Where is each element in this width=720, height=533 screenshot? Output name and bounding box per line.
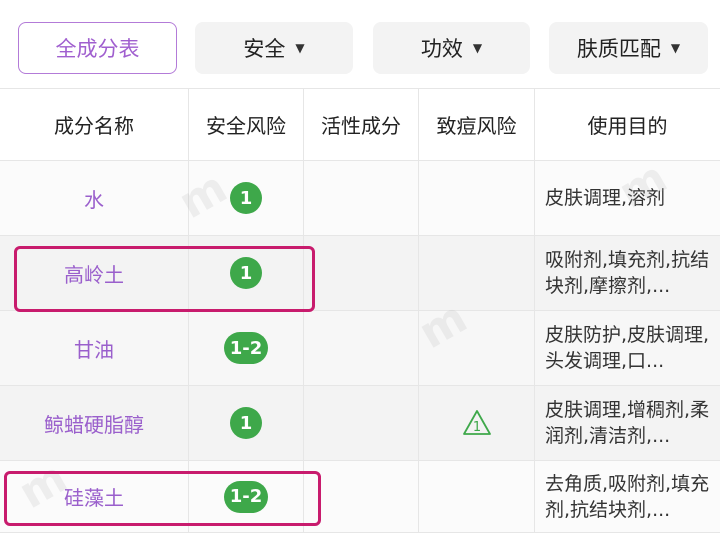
safety-cell: 1	[189, 161, 304, 235]
ingredient-name-link[interactable]: 硅藻土	[64, 482, 124, 511]
all-ingredients-button[interactable]: 全成分表	[18, 22, 177, 74]
safety-filter-label: 安全	[243, 37, 286, 61]
safety-score-badge: 1	[230, 407, 262, 439]
skin-match-filter-label: 肤质匹配	[576, 37, 661, 61]
ingredient-name-link[interactable]: 水	[84, 184, 104, 213]
table-row[interactable]: 鲸蜡硬脂醇 1 1 皮肤调理,增稠剂,柔润剂,清洁剂,...	[0, 386, 720, 461]
safety-score-badge: 1-2	[223, 332, 269, 364]
purpose-cell: 吸附剂,填充剂,抗结块剂,摩擦剂,...	[535, 236, 720, 310]
table-row[interactable]: 甘油 1-2 皮肤防护,皮肤调理,头发调理,口...	[0, 311, 720, 386]
header-cell: 使用目的	[535, 89, 720, 160]
safety-score-badge: 1-2	[223, 480, 269, 513]
caret-down-icon: ▼	[295, 41, 305, 55]
acne-cell	[419, 311, 535, 385]
active-cell	[304, 161, 419, 235]
ingredient-name-link[interactable]: 甘油	[74, 334, 114, 363]
safety-filter-dropdown[interactable]: 安全 ▼	[195, 22, 353, 74]
ingredient-app: 全成分表 安全 ▼ 功效 ▼ 肤质匹配 ▼ 成分名称 安全风险 活性成分 致痘风…	[0, 0, 720, 533]
header-cell: 安全风险	[189, 89, 304, 160]
name-cell: 硅藻土	[0, 461, 189, 532]
active-cell	[304, 461, 419, 532]
table-row[interactable]: 高岭土 1 吸附剂,填充剂,抗结块剂,摩擦剂,...	[0, 236, 720, 311]
purpose-cell: 皮肤调理,增稠剂,柔润剂,清洁剂,...	[535, 386, 720, 460]
name-cell: 高岭土	[0, 236, 189, 310]
caret-down-icon: ▼	[472, 41, 483, 55]
acne-cell	[419, 461, 535, 532]
purpose-cell: 去角质,吸附剂,填充剂,抗结块剂,...	[535, 461, 720, 532]
header-purpose: 使用目的	[587, 114, 668, 138]
acne-warning-icon: 1	[462, 410, 491, 435]
purpose-text: 皮肤防护,皮肤调理,头发调理,口...	[545, 324, 710, 372]
header-cell: 活性成分	[304, 89, 419, 160]
purpose-text: 去角质,吸附剂,填充剂,抗结块剂,...	[545, 472, 710, 521]
efficacy-filter-dropdown[interactable]: 功效 ▼	[373, 22, 530, 74]
safety-cell: 1-2	[189, 311, 304, 385]
safety-score-badge: 1	[230, 182, 262, 214]
ingredient-name-link[interactable]: 高岭土	[64, 259, 124, 288]
ingredient-name-link[interactable]: 鲸蜡硬脂醇	[44, 409, 144, 438]
header-safety: 安全风险	[206, 114, 286, 138]
skin-match-filter-dropdown[interactable]: 肤质匹配 ▼	[549, 22, 708, 74]
header-name: 成分名称	[54, 114, 134, 138]
acne-cell	[419, 236, 535, 310]
safety-cell: 1-2	[189, 461, 304, 532]
purpose-text: 皮肤调理,增稠剂,柔润剂,清洁剂,...	[545, 399, 710, 447]
purpose-text: 皮肤调理,溶剂	[545, 187, 666, 209]
name-cell: 鲸蜡硬脂醇	[0, 386, 189, 460]
safety-cell: 1	[189, 236, 304, 310]
ingredient-table: 成分名称 安全风险 活性成分 致痘风险 使用目的 水 1 皮肤调理,溶剂 高岭土…	[0, 88, 720, 533]
filter-bar: 全成分表 安全 ▼ 功效 ▼ 肤质匹配 ▼	[0, 0, 720, 88]
caret-down-icon: ▼	[670, 41, 681, 55]
purpose-cell: 皮肤调理,溶剂	[535, 161, 720, 235]
acne-cell	[419, 161, 535, 235]
safety-score-badge: 1	[230, 257, 262, 289]
purpose-cell: 皮肤防护,皮肤调理,头发调理,口...	[535, 311, 720, 385]
all-ingredients-label: 全成分表	[55, 37, 140, 61]
header-cell: 致痘风险	[419, 89, 535, 160]
active-cell	[304, 236, 419, 310]
active-cell	[304, 311, 419, 385]
table-header: 成分名称 安全风险 活性成分 致痘风险 使用目的	[0, 88, 720, 161]
acne-cell: 1	[419, 386, 535, 460]
name-cell: 甘油	[0, 311, 189, 385]
header-active: 活性成分	[321, 114, 401, 138]
header-acne: 致痘风险	[436, 114, 517, 138]
efficacy-filter-label: 功效	[420, 37, 463, 61]
header-cell: 成分名称	[0, 89, 189, 160]
safety-cell: 1	[189, 386, 304, 460]
table-row[interactable]: 水 1 皮肤调理,溶剂	[0, 161, 720, 236]
purpose-text: 吸附剂,填充剂,抗结块剂,摩擦剂,...	[545, 249, 710, 297]
table-row[interactable]: 硅藻土 1-2 去角质,吸附剂,填充剂,抗结块剂,...	[0, 461, 720, 533]
acne-warning-label: 1	[472, 420, 480, 435]
active-cell	[304, 386, 419, 460]
name-cell: 水	[0, 161, 189, 235]
